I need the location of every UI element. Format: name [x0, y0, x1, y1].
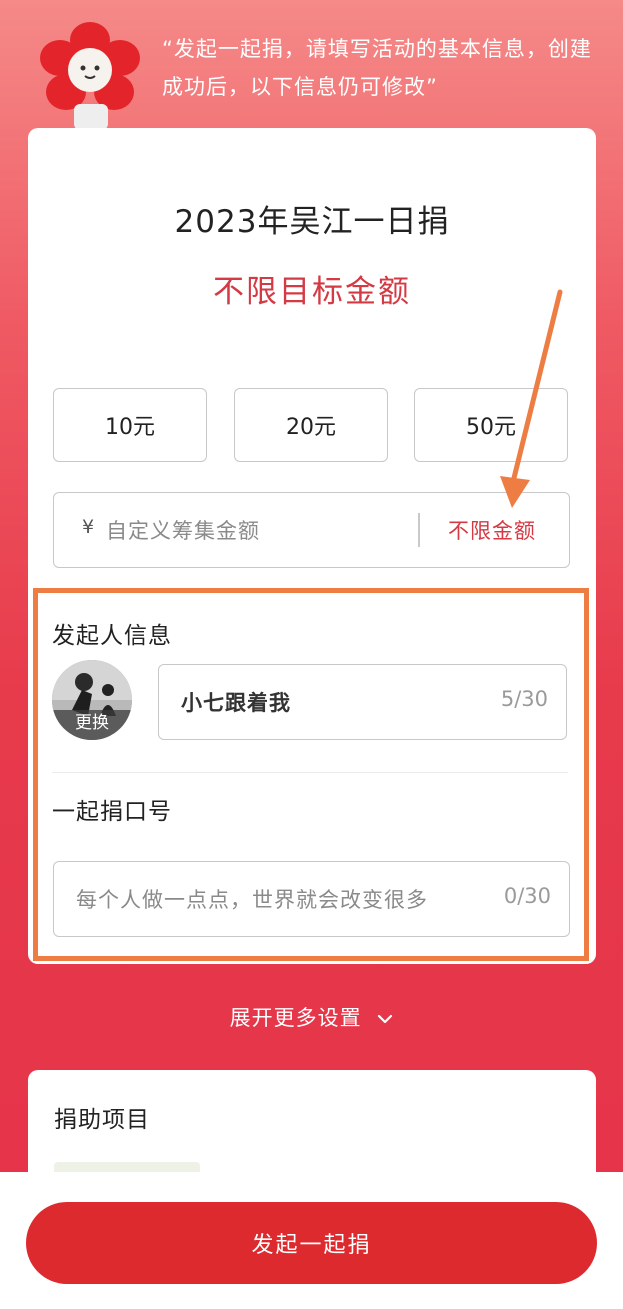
slogan-section-title: 一起捐口号 — [52, 799, 172, 825]
project-section-title: 捐助项目 — [54, 1107, 150, 1133]
slogan-char-counter: 0/30 — [503, 884, 551, 908]
section-divider — [52, 772, 568, 773]
bottom-bar: 发起一起捐 — [0, 1172, 623, 1309]
amount-option-10[interactable]: 10元 — [53, 388, 207, 462]
field-divider — [418, 513, 420, 547]
initiator-section-title: 发起人信息 — [52, 623, 172, 649]
change-avatar-label[interactable]: 更换 — [52, 710, 132, 740]
amount-option-50[interactable]: 50元 — [414, 388, 568, 462]
chevron-down-icon — [378, 1014, 393, 1024]
amount-option-20[interactable]: 20元 — [234, 388, 388, 462]
custom-amount-field[interactable]: ¥ 自定义筹集金额 不限金额 — [53, 492, 570, 568]
avatar[interactable]: 更换 — [52, 660, 132, 740]
expand-settings-button[interactable]: 展开更多设置 — [0, 1002, 623, 1032]
slogan-placeholder: 每个人做一点点，世界就会改变很多 — [76, 888, 428, 912]
unlimited-amount-button[interactable]: 不限金额 — [448, 515, 536, 545]
custom-amount-placeholder: 自定义筹集金额 — [106, 519, 260, 543]
intro-text: “发起一起捐，请填写活动的基本信息，创建成功后，以下信息仍可修改” — [162, 37, 592, 99]
name-char-counter: 5/30 — [500, 687, 548, 711]
expand-settings-label: 展开更多设置 — [229, 1006, 362, 1030]
initiator-name-value: 小七跟着我 — [181, 691, 291, 715]
slogan-input[interactable]: 每个人做一点点，世界就会改变很多 0/30 — [53, 861, 570, 937]
initiator-name-input[interactable]: 小七跟着我 5/30 — [158, 664, 567, 740]
start-donation-button[interactable]: 发起一起捐 — [26, 1202, 597, 1284]
campaign-card: 2023年吴江一日捐 不限目标金额 10元 20元 50元 ¥ 自定义筹集金额 … — [28, 128, 596, 964]
goal-text: 不限目标金额 — [213, 274, 411, 310]
currency-symbol: ¥ — [82, 516, 95, 538]
campaign-title: 2023年吴江一日捐 — [174, 204, 450, 240]
flower-mascot-icon — [40, 22, 140, 130]
